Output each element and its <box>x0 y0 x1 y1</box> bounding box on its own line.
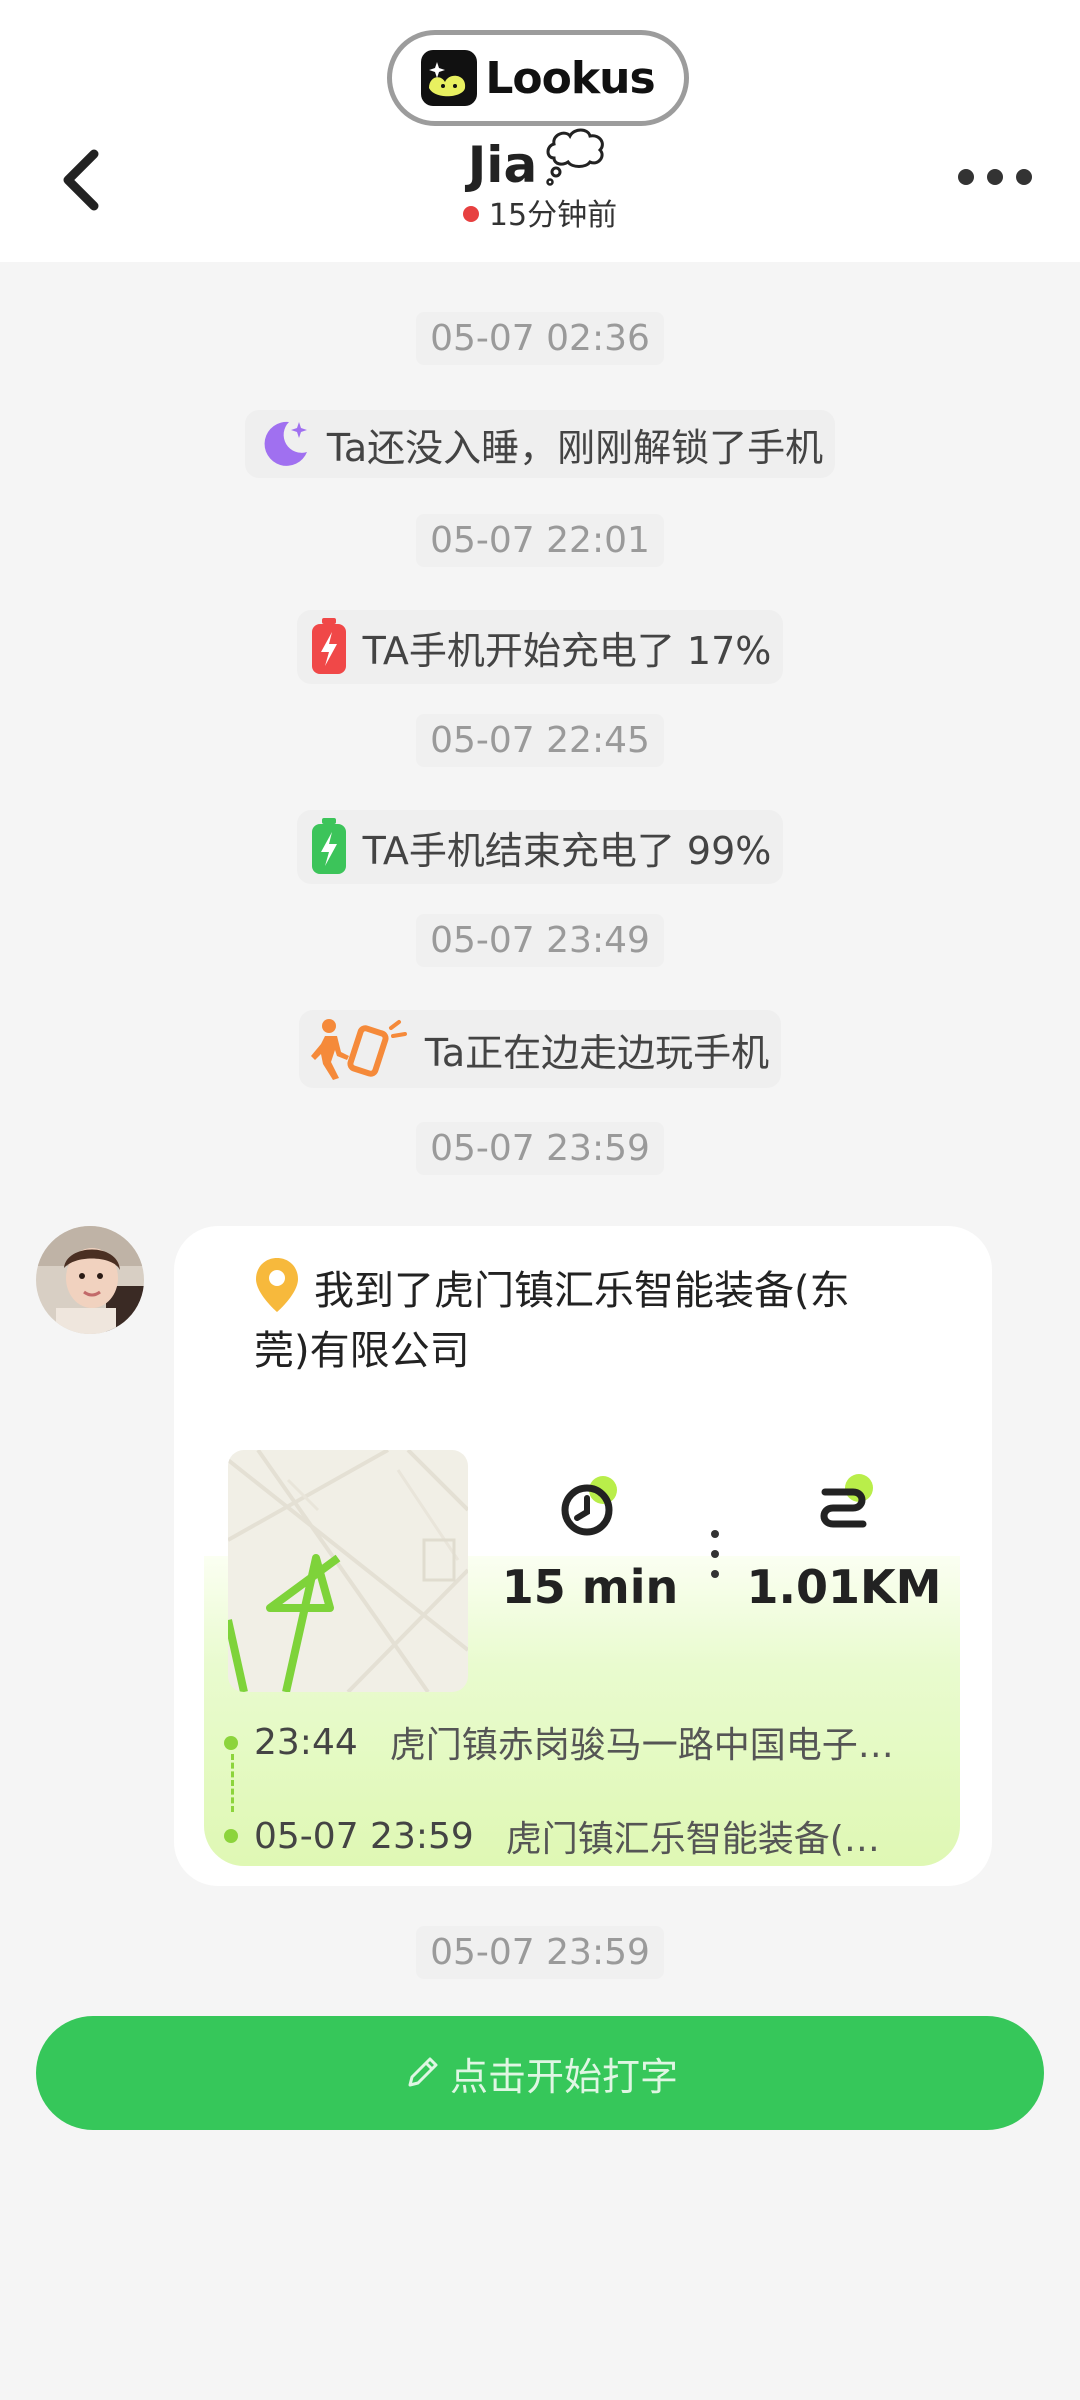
contact-name: Jia <box>467 136 538 194</box>
event-walking-phone: Ta正在边走边玩手机 <box>0 1010 1080 1088</box>
battery-charging-icon <box>311 618 346 674</box>
location-message-card[interactable]: 我到了虎门镇汇乐智能装备(东莞)有限公司 15 min 1.01KM 23:44… <box>174 1226 992 1886</box>
route-start-time: 23:44 <box>254 1721 358 1763</box>
more-options-icon[interactable] <box>950 152 1040 202</box>
avatar-photo <box>36 1226 144 1334</box>
route-start-address: 虎门镇赤岗骏马一路中国电子… <box>389 1725 894 1766</box>
route-distance-icon <box>820 1474 873 1528</box>
route-start-row: 23:44 虎门镇赤岗骏马一路中国电子… <box>224 1716 944 1768</box>
event-charging-end: TA手机结束充电了 99% <box>0 810 1080 884</box>
chat-header: Lookus Jia 15分钟前 <box>0 0 1080 262</box>
lookus-logo-icon <box>421 50 478 106</box>
battery-charging-icon <box>311 818 346 874</box>
duration-stat: 15 min <box>470 1472 710 1614</box>
distance-value: 1.01KM <box>746 1560 942 1614</box>
timestamp: 05-07 22:45 <box>0 714 1080 767</box>
brand-name: Lookus <box>485 52 655 104</box>
contact-title: Jia <box>0 124 1080 194</box>
message-input-placeholder: 点击开始打字 <box>449 2054 678 2099</box>
route-end-row: 05-07 23:59 虎门镇汇乐智能装备(… <box>224 1810 944 1862</box>
thought-bubble-icon <box>546 128 605 186</box>
brand-badge[interactable]: Lookus <box>387 30 689 126</box>
stat-divider <box>711 1530 719 1578</box>
event-text: TA手机结束充电了 99% <box>362 828 772 873</box>
status-text: 15分钟前 <box>488 198 618 233</box>
duration-value: 15 min <box>501 1560 679 1614</box>
route-map-thumbnail[interactable] <box>228 1450 468 1692</box>
timestamp: 05-07 23:49 <box>0 914 1080 967</box>
online-status: 15分钟前 <box>0 190 1080 234</box>
location-pin-icon <box>256 1258 298 1312</box>
location-title: 我到了虎门镇汇乐智能装备(东莞)有限公司 <box>254 1256 894 1381</box>
event-text: Ta还没入睡，刚刚解锁了手机 <box>326 425 824 470</box>
status-dot <box>462 206 479 222</box>
timestamp: 05-07 22:01 <box>0 514 1080 567</box>
pencil-icon <box>408 2057 438 2087</box>
timestamp: 05-07 23:59 <box>0 1122 1080 1175</box>
walking-phone-icon <box>310 1019 407 1080</box>
distance-stat: 1.01KM <box>724 1472 964 1614</box>
contact-avatar[interactable] <box>36 1226 144 1334</box>
moon-icon <box>264 421 307 466</box>
event-text: TA手机开始充电了 17% <box>362 628 772 673</box>
timestamp: 05-07 02:36 <box>0 312 1080 365</box>
route-end-address: 虎门镇汇乐智能装备(… <box>505 1819 880 1860</box>
event-charging-start: TA手机开始充电了 17% <box>0 610 1080 684</box>
clock-icon <box>561 1476 617 1536</box>
event-unlock: Ta还没入睡，刚刚解锁了手机 <box>0 410 1080 478</box>
route-end-time: 05-07 23:59 <box>254 1815 474 1857</box>
event-text: Ta正在边走边玩手机 <box>424 1030 770 1075</box>
message-input-button[interactable]: 点击开始打字 <box>36 2016 1044 2130</box>
timestamp: 05-07 23:59 <box>0 1926 1080 1979</box>
map-image <box>228 1450 468 1692</box>
